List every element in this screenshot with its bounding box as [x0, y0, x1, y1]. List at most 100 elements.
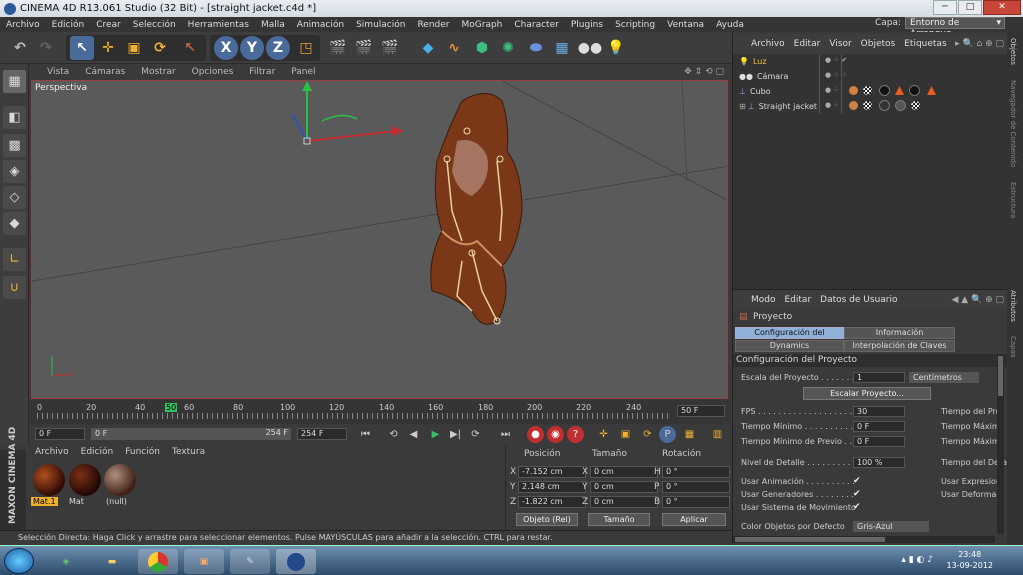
tab-interpolacion-claves[interactable]: Interpolación de Claves: [844, 340, 955, 352]
project-scale-field[interactable]: 1: [853, 372, 905, 383]
keyframe-selection-icon[interactable]: ?: [567, 426, 584, 443]
viewport-3d[interactable]: Perspectiva: [31, 80, 728, 399]
vp-menu-mostrar[interactable]: Mostrar: [133, 67, 183, 77]
points-mode-icon[interactable]: ◈: [3, 160, 26, 183]
redo-icon[interactable]: ↷: [34, 36, 58, 60]
material-swatch[interactable]: [33, 464, 65, 496]
attr-scrollbar[interactable]: [997, 354, 1004, 534]
obj-menu-archivo[interactable]: Archivo: [751, 39, 785, 49]
obj-menu-editar[interactable]: Editar: [794, 39, 821, 49]
close-button[interactable]: ✕: [983, 0, 1021, 15]
tag-icon[interactable]: [863, 101, 872, 110]
tag-icon[interactable]: [895, 86, 904, 95]
goto-prev-key-icon[interactable]: ⟲: [385, 426, 402, 443]
rotation-h-field[interactable]: 0 °: [662, 466, 730, 478]
spline-icon[interactable]: ∿: [442, 36, 466, 60]
menu-seleccion[interactable]: Selección: [127, 20, 182, 30]
taskbar-cinema4d-icon[interactable]: [276, 549, 316, 574]
select-live-icon[interactable]: ↖: [70, 36, 94, 60]
rotate-icon[interactable]: ⟳: [148, 36, 172, 60]
y-axis-icon[interactable]: Y: [240, 36, 264, 60]
attr-manager-nav-icons[interactable]: ◀ ▲ 🔍 ⊕ ▢: [951, 295, 1004, 305]
vtab-objetos[interactable]: Objetos: [1009, 38, 1017, 65]
taskbar-paint-icon[interactable]: ✎: [230, 549, 270, 574]
mat-menu-funcion[interactable]: Función: [125, 447, 160, 457]
material-tag-icon[interactable]: [879, 100, 890, 111]
clock[interactable]: 23:48 13-09-2012: [947, 549, 994, 571]
autokey-icon[interactable]: ◉: [547, 426, 564, 443]
cube-primitive-icon[interactable]: ◆: [416, 36, 440, 60]
menu-edicion[interactable]: Edición: [46, 20, 91, 30]
step-forward-icon[interactable]: ▶|: [447, 426, 464, 443]
key-parameter-icon[interactable]: P: [659, 426, 676, 443]
material-tag-icon[interactable]: [909, 85, 920, 96]
current-frame-marker[interactable]: 50: [165, 403, 178, 412]
visibility-dots-icon[interactable]: ● ⁘ ✔: [825, 56, 847, 64]
make-editable-icon[interactable]: ▦: [3, 70, 26, 93]
tag-icon[interactable]: [927, 86, 936, 95]
position-x-field[interactable]: -7.152 cm: [518, 466, 586, 478]
menu-malla[interactable]: Malla: [255, 20, 291, 30]
menu-render[interactable]: Render: [411, 20, 455, 30]
light-icon[interactable]: 💡: [604, 36, 628, 60]
taskbar-media-icon[interactable]: ▣: [184, 549, 224, 574]
position-z-field[interactable]: -1.822 cm: [518, 496, 586, 508]
goto-next-key-icon[interactable]: ⟳: [467, 426, 484, 443]
visibility-dots-icon[interactable]: ● ⁘: [825, 86, 839, 94]
material-label[interactable]: Mat: [67, 497, 86, 506]
obj-menu-visor[interactable]: Visor: [829, 39, 851, 49]
layer-dropdown[interactable]: Entorno de Arranque: [905, 17, 1005, 39]
size-z-field[interactable]: 0 cm: [590, 496, 658, 508]
object-row-straight-jacket[interactable]: ⊞ ⊥ Straight jacket: [739, 99, 817, 113]
vtab-estructura[interactable]: Estructura: [1009, 182, 1017, 218]
taskbar-chrome-icon[interactable]: [138, 549, 178, 574]
menu-simulacion[interactable]: Simulación: [350, 20, 411, 30]
use-generators-checkbox[interactable]: ✔: [853, 489, 861, 499]
obj-manager-nav-icons[interactable]: ▸ 🔍 ⌂ ⊕ ▢: [955, 39, 1004, 49]
edges-mode-icon[interactable]: ◇: [3, 186, 26, 209]
coordinate-system-icon[interactable]: ◳: [294, 36, 318, 60]
vp-menu-panel[interactable]: Panel: [283, 67, 323, 77]
vp-menu-filtrar[interactable]: Filtrar: [241, 67, 283, 77]
material-label[interactable]: (null): [104, 497, 129, 506]
size-mode-dropdown[interactable]: Tamaño: [588, 513, 650, 526]
record-keys-icon[interactable]: ●: [527, 426, 544, 443]
key-position-icon[interactable]: ✛: [595, 426, 612, 443]
rotation-p-field[interactable]: 0 °: [662, 481, 730, 493]
current-frame-field[interactable]: 50 F: [677, 405, 725, 417]
size-y-field[interactable]: 0 cm: [590, 481, 658, 493]
size-x-field[interactable]: 0 cm: [590, 466, 658, 478]
vp-menu-opciones[interactable]: Opciones: [184, 67, 242, 77]
recent-tool-icon[interactable]: ↖: [178, 36, 202, 60]
preview-min-time-field[interactable]: 0 F: [853, 436, 905, 447]
menu-archivo[interactable]: Archivo: [0, 20, 46, 30]
vtab-navegador[interactable]: Navegador de Contenido: [1009, 80, 1017, 167]
visibility-dots-icon[interactable]: ● ⁘ ⁘: [825, 71, 847, 79]
tag-icon[interactable]: [849, 101, 858, 110]
maximize-button[interactable]: □: [958, 0, 982, 15]
tab-configuracion-proyecto[interactable]: Configuración del Proyecto: [735, 327, 844, 347]
menu-character[interactable]: Character: [508, 20, 564, 30]
step-back-icon[interactable]: ◀: [405, 426, 422, 443]
array-icon[interactable]: ✺: [496, 36, 520, 60]
object-row-luz[interactable]: 💡 Luz: [739, 54, 767, 68]
minimize-button[interactable]: ─: [933, 0, 957, 15]
vp-menu-vista[interactable]: Vista: [29, 67, 77, 77]
scale-icon[interactable]: ▣: [122, 36, 146, 60]
tab-informacion[interactable]: Información: [844, 327, 955, 339]
goto-start-icon[interactable]: ⏮: [357, 426, 374, 443]
timeline-scheme-icon[interactable]: ▥: [709, 426, 726, 443]
camera-icon[interactable]: ●●: [578, 36, 602, 60]
render-settings-icon[interactable]: 🎬: [378, 36, 402, 60]
use-animation-checkbox[interactable]: ✔: [853, 476, 861, 486]
model-mode-icon[interactable]: ◧: [3, 106, 26, 129]
vp-menu-camaras[interactable]: Cámaras: [77, 67, 133, 77]
position-y-field[interactable]: 2.148 cm: [518, 481, 586, 493]
nurbs-icon[interactable]: ⬢: [470, 36, 494, 60]
mat-menu-edicion[interactable]: Edición: [81, 447, 114, 457]
key-rotation-icon[interactable]: ⟳: [639, 426, 656, 443]
object-row-cubo[interactable]: ⊥ Cubo: [739, 84, 771, 98]
level-of-detail-field[interactable]: 100 %: [853, 457, 905, 468]
vtab-capas[interactable]: Capas: [1009, 336, 1017, 358]
texture-mode-icon[interactable]: ▩: [3, 134, 26, 157]
